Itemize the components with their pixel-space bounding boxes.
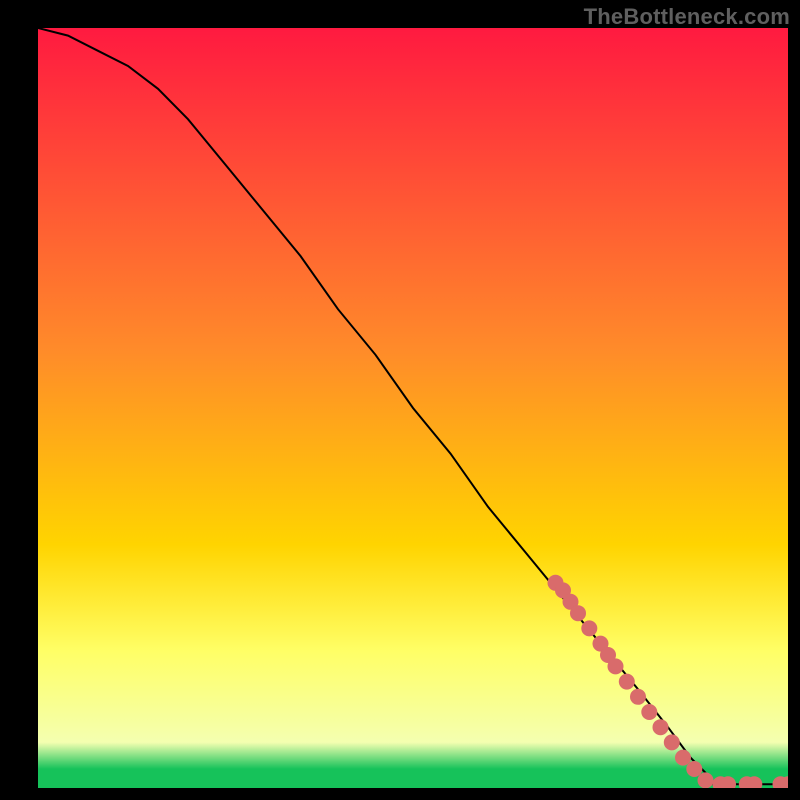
chart-container: TheBottleneck.com [0,0,800,800]
data-marker [698,772,714,788]
plot-area [38,28,788,788]
attribution-text: TheBottleneck.com [584,4,790,30]
data-marker [675,750,691,766]
chart-svg [38,28,788,788]
data-marker [570,605,586,621]
data-marker [653,719,669,735]
data-marker [608,658,624,674]
data-marker [664,734,680,750]
data-marker [619,674,635,690]
data-marker [581,620,597,636]
data-marker [686,761,702,777]
data-marker [641,704,657,720]
data-marker [630,689,646,705]
